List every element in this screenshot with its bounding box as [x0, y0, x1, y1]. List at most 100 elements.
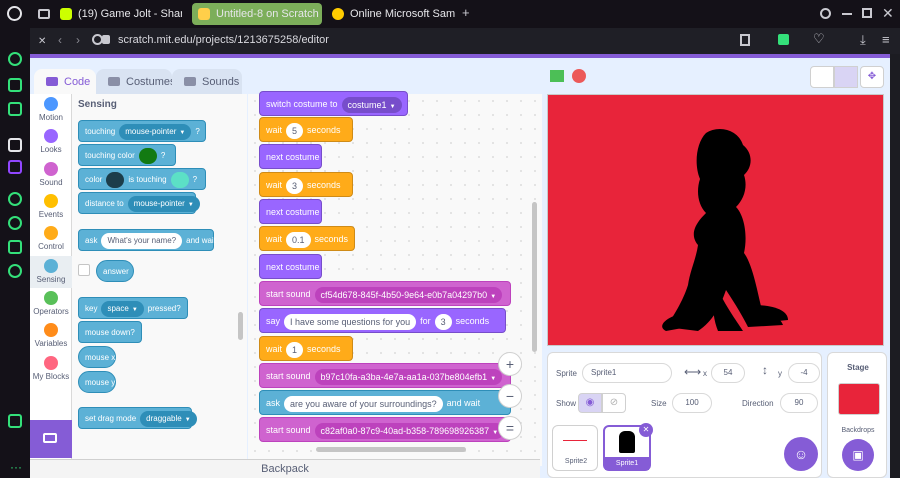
wait-input[interactable]: 1 [286, 341, 304, 358]
gx-icon[interactable] [8, 414, 22, 428]
forward-icon[interactable]: › [76, 33, 80, 47]
sidebar-toggle-icon[interactable]: ✕ [38, 36, 46, 47]
back-icon[interactable]: ‹ [58, 33, 62, 47]
color-swatch[interactable] [170, 171, 189, 188]
block-answer[interactable]: answer [96, 260, 134, 282]
tab-gamejolt[interactable]: (19) Game Jolt - Share you [54, 3, 182, 25]
x-input[interactable]: 54 [711, 363, 745, 383]
choose-backdrop-button[interactable]: ▣ [842, 439, 874, 471]
backpack[interactable]: Backpack [30, 459, 540, 478]
fullscreen-button[interactable]: ✥ [860, 66, 884, 88]
search-icon[interactable] [820, 8, 831, 19]
zoom-reset-button[interactable]: = [498, 416, 522, 440]
workspaces-icon[interactable] [8, 78, 22, 92]
stage-selector[interactable]: Stage Backdrops ▣ [827, 352, 887, 478]
say-input[interactable]: I have some questions for you [284, 313, 417, 330]
block-wait[interactable]: wait 5 seconds [259, 117, 353, 142]
player-icon[interactable] [8, 192, 22, 206]
stage[interactable] [547, 94, 884, 346]
block-next-costume[interactable]: next costume [259, 254, 322, 279]
block-start-sound[interactable]: start sound c82af0a0-87c9-40ad-b358-78969… [259, 417, 511, 442]
category-sound[interactable]: Sound [30, 162, 72, 187]
download-icon[interactable]: ⤓ [860, 32, 866, 48]
minimize-icon[interactable] [842, 13, 852, 15]
ask-input[interactable]: are you aware of your surroundings? [284, 395, 443, 412]
block-say-for-secs[interactable]: say I have some questions for you for 3 seco… [259, 308, 506, 333]
block-next-costume[interactable]: next costume [259, 199, 322, 224]
costume-dropdown[interactable]: costume1 ▼ [341, 96, 402, 113]
stage-thumbnail[interactable] [838, 383, 880, 415]
code-workspace[interactable]: switch costume to costume1 ▼ wait 5 seconds … [248, 91, 542, 466]
y-input[interactable]: -4 [788, 363, 820, 383]
sound-dropdown[interactable]: c82af0a0-87c9-40ad-b358-789698926387 ▼ [314, 422, 505, 439]
block-color-touching[interactable]: color is touching? [78, 168, 206, 190]
sprite-thumb-sprite1[interactable]: Sprite1 ✕ [603, 423, 653, 471]
block-wait[interactable]: wait 0.1 seconds [259, 226, 355, 251]
opera-logo-icon[interactable] [7, 6, 22, 21]
wait-input[interactable]: 0.1 [286, 231, 311, 248]
block-mouse-y[interactable]: mouse y [78, 371, 116, 393]
block-wait[interactable]: wait 1 seconds [259, 336, 353, 361]
category-operators[interactable]: Operators [30, 291, 72, 316]
category-looks[interactable]: Looks [30, 129, 72, 154]
green-flag-icon[interactable] [550, 70, 564, 82]
tab-code[interactable]: Code [34, 69, 96, 95]
category-my-blocks[interactable]: My Blocks [30, 356, 72, 381]
block-ask[interactable]: ask What's your name? and wait [78, 229, 216, 251]
color-swatch[interactable] [138, 147, 157, 164]
block-touching-color[interactable]: touching color? [78, 144, 176, 166]
sprite-thumb-sprite2[interactable]: Sprite2 [552, 425, 598, 471]
sprite-name-input[interactable]: Sprite1 [582, 363, 672, 383]
m-app-icon[interactable] [8, 102, 22, 116]
sound-dropdown[interactable]: b97c10fa-a3ba-4e7a-aa1a-037be804efb1 ▼ [314, 368, 503, 385]
palette-scrollbar[interactable] [238, 312, 243, 340]
category-sensing[interactable]: Sensing [30, 256, 72, 288]
maximize-icon[interactable] [862, 8, 872, 18]
zoom-in-button[interactable]: + [498, 352, 522, 376]
block-switch-costume[interactable]: switch costume to costume1 ▼ [259, 91, 408, 116]
choose-sprite-button[interactable]: ☺ [784, 437, 818, 471]
workspace-v-scrollbar[interactable] [532, 202, 537, 352]
color-swatch[interactable] [106, 171, 125, 188]
normal-stage-button[interactable] [834, 66, 858, 88]
category-control[interactable]: Control [30, 226, 72, 251]
block-next-costume[interactable]: next costume [259, 144, 322, 169]
aria-icon[interactable] [8, 52, 22, 66]
tab-scratch[interactable]: Untitled-8 on Scratch [192, 3, 322, 25]
close-icon[interactable]: ✕ [882, 5, 894, 22]
zoom-out-button[interactable]: − [498, 384, 522, 408]
tab-sounds[interactable]: Sounds [172, 69, 242, 95]
wait-input[interactable]: 5 [286, 122, 304, 139]
history-icon[interactable] [8, 216, 22, 230]
key-dropdown[interactable]: space ▼ [101, 300, 144, 317]
block-start-sound[interactable]: start sound cf54d678-845f-4b50-9e64-e0b7a… [259, 281, 511, 306]
tab-costumes[interactable]: Costumes [96, 69, 176, 95]
direction-input[interactable]: 90 [780, 393, 818, 413]
block-distance-to[interactable]: distance to mouse-pointer ▼ [78, 192, 200, 214]
shield-icon[interactable] [778, 34, 789, 45]
twitch-icon[interactable] [8, 160, 22, 174]
add-extension-button[interactable] [30, 420, 72, 458]
sound-dropdown[interactable]: cf54d678-845f-4b50-9e64-e0b7a04297b0 ▼ [314, 286, 503, 303]
menu-icon[interactable]: ≡ [882, 32, 890, 47]
drag-dropdown[interactable]: draggable ▼ [140, 410, 197, 427]
block-mouse-down[interactable]: mouse down? [78, 321, 142, 343]
category-motion[interactable]: Motion [30, 97, 72, 122]
character-sprite[interactable] [548, 95, 885, 347]
category-variables[interactable]: Variables [30, 323, 72, 348]
block-mouse-x[interactable]: mouse x [78, 346, 116, 368]
distance-dropdown[interactable]: mouse-pointer ▼ [127, 195, 200, 212]
url-text[interactable]: scratch.mit.edu/projects/1213675258/edit… [118, 34, 329, 46]
workspace-h-scrollbar[interactable] [316, 447, 466, 452]
block-wait[interactable]: wait 3 seconds [259, 172, 353, 197]
heart-icon[interactable]: ♡ [813, 31, 825, 47]
tab-overview-icon[interactable] [38, 9, 50, 19]
block-start-sound[interactable]: start sound b97c10fa-a3ba-4e7a-aa1a-037be… [259, 363, 511, 388]
delete-sprite-icon[interactable]: ✕ [639, 423, 653, 437]
touching-dropdown[interactable]: mouse-pointer ▼ [119, 123, 192, 140]
show-visible-button[interactable]: ◉ [578, 393, 602, 413]
wait-input[interactable]: 3 [286, 177, 304, 194]
stop-icon[interactable] [572, 69, 586, 83]
block-touching[interactable]: touching mouse-pointer ▼? [78, 120, 206, 142]
block-key-pressed[interactable]: key space ▼ pressed? [78, 297, 188, 319]
